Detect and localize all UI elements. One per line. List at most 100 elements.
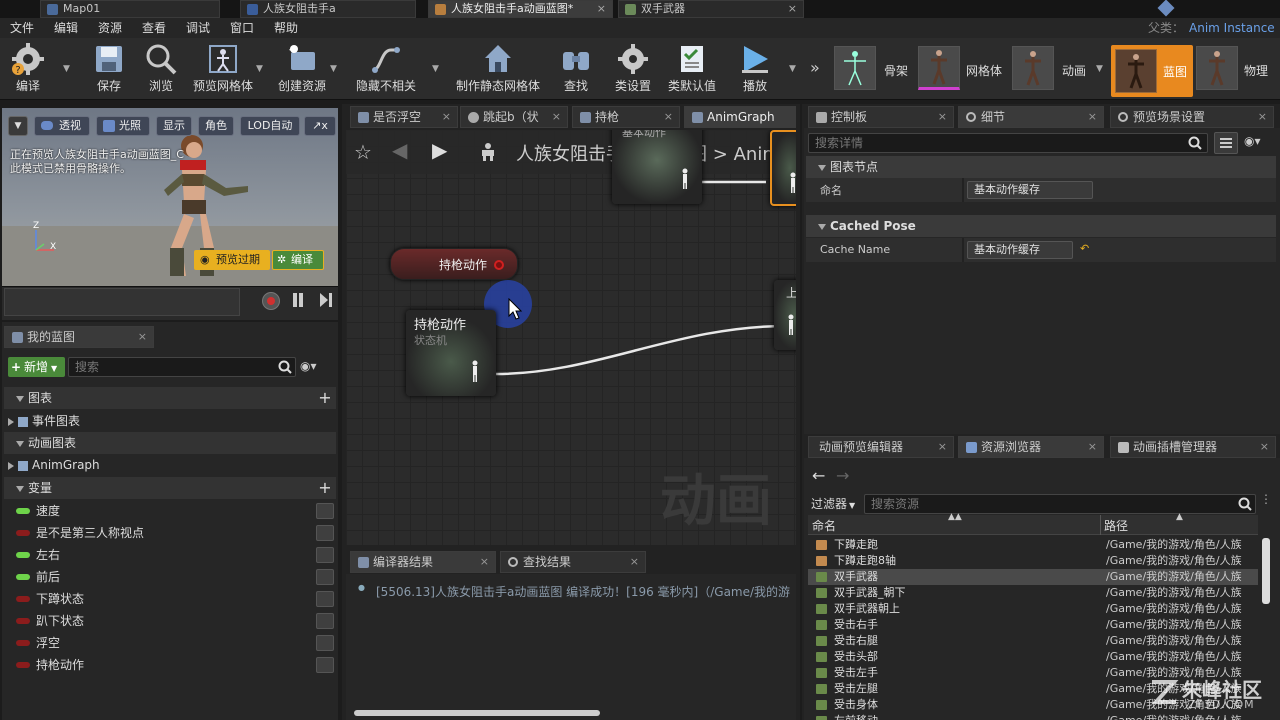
close-icon[interactable]: × bbox=[597, 1, 606, 17]
close-icon[interactable]: × bbox=[442, 107, 451, 127]
tab-preview-scene-settings[interactable]: 预览场景设置 × bbox=[1110, 106, 1274, 128]
blueprint-search-input[interactable]: 搜索 bbox=[68, 357, 296, 377]
graphs-section[interactable]: 图表 bbox=[4, 387, 336, 409]
mode-animation[interactable]: 动画 ▼ bbox=[1012, 46, 1108, 96]
variable-item[interactable]: 下蹲状态 bbox=[4, 588, 336, 610]
close-icon[interactable]: × bbox=[1088, 437, 1097, 457]
variable-item[interactable]: 持枪动作 bbox=[4, 654, 336, 676]
browse-button[interactable]: 浏览 bbox=[140, 40, 182, 98]
mode-blueprint[interactable]: 蓝图 bbox=[1111, 45, 1193, 97]
graph-tab-animgraph[interactable]: AnimGraph bbox=[684, 106, 796, 128]
animation-mode-dropdown[interactable]: ▼ bbox=[1096, 64, 1103, 74]
tab-character[interactable]: 人族女阻击手a bbox=[240, 0, 416, 18]
variable-item[interactable]: 趴下状态 bbox=[4, 610, 336, 632]
class-defaults-button[interactable]: 类默认值 bbox=[664, 40, 720, 98]
property-matrix-button[interactable] bbox=[1214, 132, 1238, 154]
close-icon[interactable]: × bbox=[938, 107, 947, 127]
asset-row[interactable]: 受击右手/Game/我的游戏/角色/人族 bbox=[808, 617, 1258, 633]
visibility-eye-icon[interactable] bbox=[316, 635, 334, 651]
save-button[interactable]: 保存 bbox=[88, 40, 130, 98]
pose-pin-icon[interactable] bbox=[786, 314, 796, 336]
close-icon[interactable]: × bbox=[938, 437, 947, 457]
variable-item[interactable]: 前后 bbox=[4, 566, 336, 588]
class-settings-button[interactable]: 类设置 bbox=[610, 40, 656, 98]
graph-node-section[interactable]: 图表节点 bbox=[806, 156, 1276, 178]
preview-mesh-dropdown[interactable]: ▼ bbox=[256, 64, 263, 74]
menu-debug[interactable]: 调试 bbox=[186, 18, 210, 38]
visibility-eye-icon[interactable] bbox=[316, 657, 334, 673]
step-forward-button[interactable] bbox=[318, 292, 334, 310]
close-icon[interactable]: × bbox=[480, 552, 489, 572]
hide-unrelated-dropdown[interactable]: ▼ bbox=[432, 64, 439, 74]
tab-anim-blueprint[interactable]: 人族女阻击手a动画蓝图* × bbox=[428, 0, 613, 18]
cache-name-field[interactable]: 基本动作缓存 bbox=[967, 241, 1073, 259]
menu-edit[interactable]: 编辑 bbox=[54, 18, 78, 38]
visibility-eye-icon[interactable]: ◉▾ bbox=[300, 359, 317, 373]
show-button[interactable]: 显示 bbox=[156, 116, 192, 136]
preview-mesh-button[interactable]: 预览网格体 bbox=[190, 40, 256, 98]
perspective-button[interactable]: 透视 bbox=[34, 116, 90, 136]
anim-graph-item[interactable]: AnimGraph bbox=[4, 454, 336, 476]
name-property-field[interactable]: 基本动作缓存 bbox=[967, 181, 1093, 199]
close-icon[interactable]: × bbox=[664, 107, 673, 127]
asset-search-input[interactable]: 搜索资源 bbox=[864, 494, 1256, 514]
variable-item[interactable]: 是不是第三人称视点 bbox=[4, 522, 336, 544]
reset-to-default-icon[interactable]: ↶ bbox=[1080, 242, 1089, 255]
tab-compiler-results[interactable]: 编译器结果 × bbox=[350, 551, 496, 573]
column-header-path[interactable]: 路径 bbox=[1104, 517, 1128, 534]
asset-row[interactable]: 受击右腿/Game/我的游戏/角色/人族 bbox=[808, 633, 1258, 649]
blend-node[interactable]: 上 bbox=[774, 280, 796, 350]
cached-pose-section[interactable]: Cached Pose bbox=[806, 215, 1276, 237]
asset-row-selected[interactable]: 双手武器/Game/我的游戏/角色/人族 bbox=[808, 569, 1258, 585]
tab-my-blueprint[interactable]: 我的蓝图 × bbox=[4, 326, 154, 348]
visibility-eye-icon[interactable] bbox=[316, 613, 334, 629]
menu-view[interactable]: 查看 bbox=[142, 18, 166, 38]
find-button[interactable]: 查找 bbox=[556, 40, 596, 98]
tab-asset-browser[interactable]: 资源浏览器 × bbox=[958, 436, 1104, 458]
play-button[interactable]: 播放 bbox=[732, 40, 778, 98]
menu-asset[interactable]: 资源 bbox=[98, 18, 122, 38]
tab-palette[interactable]: 控制板 × bbox=[808, 106, 954, 128]
lighting-button[interactable]: 光照 bbox=[96, 116, 150, 136]
variable-item[interactable]: 左右 bbox=[4, 544, 336, 566]
event-graph-item[interactable]: 事件图表 bbox=[4, 410, 336, 432]
details-search-input[interactable]: 搜索详情 bbox=[808, 133, 1208, 153]
exec-pin-icon[interactable] bbox=[494, 260, 504, 270]
tab-anim-slot-manager[interactable]: 动画插槽管理器 × bbox=[1110, 436, 1276, 458]
close-icon[interactable]: × bbox=[1258, 107, 1267, 127]
visibility-eye-icon[interactable] bbox=[316, 569, 334, 585]
make-static-mesh-button[interactable]: 制作静态网格体 bbox=[456, 40, 540, 98]
state-machine-node[interactable]: 持枪动作 状态机 bbox=[406, 310, 496, 396]
filters-dropdown[interactable]: 过滤器 ▼ bbox=[811, 495, 855, 512]
create-asset-dropdown[interactable]: ▼ bbox=[330, 64, 337, 74]
horizontal-scrollbar[interactable] bbox=[354, 710, 600, 716]
asset-row[interactable]: 双手武器_朝下/Game/我的游戏/角色/人族 bbox=[808, 585, 1258, 601]
add-new-button[interactable]: + 新增 ▼ bbox=[8, 357, 65, 377]
viewport-options-dropdown[interactable]: ▼ bbox=[8, 116, 28, 136]
parent-class-link[interactable]: Anim Instance bbox=[1189, 18, 1275, 38]
asset-row[interactable]: 受击头部/Game/我的游戏/角色/人族 bbox=[808, 649, 1258, 665]
compile-button[interactable]: ? 编译 bbox=[4, 40, 52, 98]
pause-button[interactable] bbox=[292, 292, 306, 310]
compile-dropdown[interactable]: ▼ bbox=[63, 64, 70, 74]
forward-arrow-icon[interactable]: → bbox=[836, 466, 849, 485]
play-dropdown[interactable]: ▼ bbox=[789, 64, 796, 74]
tab-find-results[interactable]: 查找结果 × bbox=[500, 551, 646, 573]
more-options-icon[interactable]: ⋮ bbox=[1260, 492, 1272, 514]
graph-canvas[interactable]: ☆ ◀ ▶ 人族女阻击手a动画蓝图 > AnimG 动画 基本动作 持枪动作 持… bbox=[346, 130, 796, 545]
variables-section[interactable]: 变量 bbox=[4, 477, 336, 499]
graph-tab-is-floating[interactable]: 是否浮空 × bbox=[350, 106, 458, 128]
tab-anim-preview-editor[interactable]: 动画预览编辑器 × bbox=[808, 436, 954, 458]
lod-button[interactable]: LOD自动 bbox=[240, 116, 300, 136]
variable-item[interactable]: 浮空 bbox=[4, 632, 336, 654]
pose-pin-icon[interactable] bbox=[788, 172, 796, 194]
cache-pose-node[interactable]: 持枪动作 bbox=[390, 248, 518, 280]
viewport-compile-button[interactable]: ✲ 编译 bbox=[272, 250, 324, 270]
close-icon[interactable]: × bbox=[1088, 107, 1097, 127]
graph-tab-hold-gun[interactable]: 持枪 × bbox=[572, 106, 680, 128]
tab-details[interactable]: 细节 × bbox=[958, 106, 1104, 128]
hide-unrelated-button[interactable]: 隐藏不相关 bbox=[354, 40, 418, 98]
close-icon[interactable]: × bbox=[552, 107, 561, 127]
visibility-eye-icon[interactable] bbox=[316, 503, 334, 519]
create-asset-button[interactable]: 创建资源 bbox=[274, 40, 330, 98]
